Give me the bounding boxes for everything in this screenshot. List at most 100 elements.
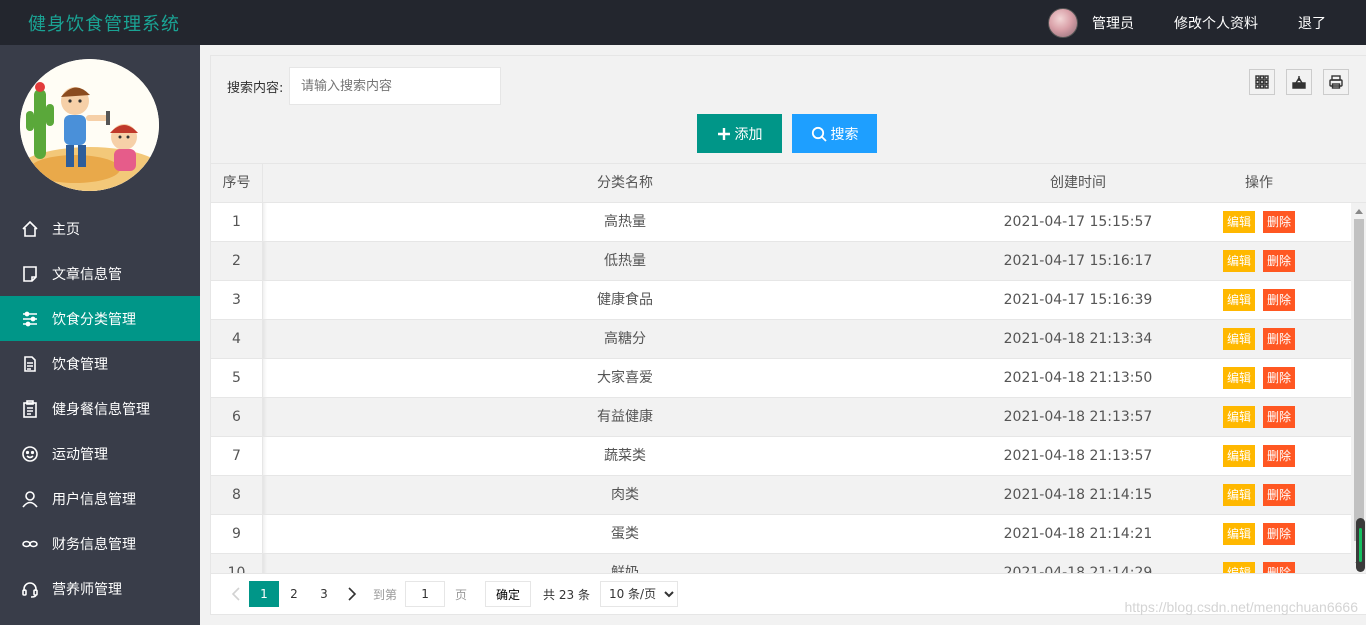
sidebar-item-label: 饮食分类管理 <box>52 311 136 328</box>
delete-button[interactable]: 删除 <box>1263 328 1296 350</box>
sidebar-item-1[interactable]: 主页 <box>0 206 200 251</box>
delete-button[interactable]: 删除 <box>1263 250 1296 272</box>
search-input[interactable] <box>289 67 501 105</box>
goto-label: 到第 <box>373 587 398 602</box>
delete-button[interactable]: 删除 <box>1263 367 1296 389</box>
sidebar-item-3[interactable]: 饮食分类管理 <box>0 296 200 341</box>
cartoon-logo-image <box>20 59 159 191</box>
category-name-cell: 健康食品 <box>597 292 653 308</box>
category-name-cell: 肉类 <box>611 487 639 503</box>
delete-button[interactable]: 删除 <box>1263 484 1296 506</box>
page-scroll-indicator[interactable] <box>1356 518 1365 572</box>
created-time-cell: 2021-04-18 21:13:57 <box>1003 448 1153 464</box>
edit-button[interactable]: 编辑 <box>1222 484 1255 506</box>
category-name-cell: 蔬菜类 <box>604 448 646 464</box>
logout-link[interactable]: 退了 <box>1298 13 1326 33</box>
sidebar-item-5[interactable]: 健身餐信息管理 <box>0 386 200 431</box>
delete-button[interactable]: 删除 <box>1263 562 1296 573</box>
table-row: 3 健康食品 2021-04-17 15:16:39 编辑 删除 <box>211 281 1351 320</box>
columns-filter-icon[interactable] <box>1249 69 1275 95</box>
category-name-cell: 大家喜爱 <box>597 370 653 386</box>
export-icon[interactable] <box>1286 69 1312 95</box>
total-count: 共 23 条 <box>543 587 590 602</box>
row-index: 1 <box>211 203 263 241</box>
sidebar-item-label: 文章信息管 <box>52 266 122 283</box>
next-page-icon[interactable] <box>339 581 365 607</box>
row-actions: 编辑 删除 <box>1169 398 1349 436</box>
sidebar-item-4[interactable]: 饮食管理 <box>0 341 200 386</box>
delete-button[interactable]: 删除 <box>1263 289 1296 311</box>
created-time-cell: 2021-04-18 21:13:50 <box>1003 370 1153 386</box>
created-time-cell: 2021-04-18 21:13:57 <box>1003 409 1153 425</box>
user-name-link[interactable]: 管理员 <box>1092 13 1134 33</box>
category-name-cell: 高热量 <box>604 214 646 230</box>
page-number-1[interactable]: 1 <box>249 581 279 607</box>
sidebar-item-6[interactable]: 运动管理 <box>0 431 200 476</box>
row-index: 8 <box>211 476 263 514</box>
column-header-created-time: 创建时间 <box>1050 175 1106 191</box>
add-button[interactable]: 添加 <box>697 114 782 153</box>
delete-button[interactable]: 删除 <box>1263 406 1296 428</box>
category-name-cell: 有益健康 <box>597 409 653 425</box>
file-icon <box>20 354 40 374</box>
sidebar-item-9[interactable]: 营养师管理 <box>0 566 200 611</box>
edit-profile-link[interactable]: 修改个人资料 <box>1174 13 1258 33</box>
page-number-3[interactable]: 3 <box>309 581 339 607</box>
edit-button[interactable]: 编辑 <box>1222 250 1255 272</box>
search-icon <box>811 126 827 142</box>
search-button[interactable]: 搜索 <box>792 114 877 153</box>
edit-button[interactable]: 编辑 <box>1222 211 1255 233</box>
table-body: 1 高热量 2021-04-17 15:15:57 编辑 删除 2 低热量 2021-04-1… <box>211 203 1351 573</box>
page-size-select[interactable]: 10 条/页 <box>599 581 678 607</box>
edit-button[interactable]: 编辑 <box>1222 367 1255 389</box>
sidebar-item-label: 财务信息管理 <box>52 536 136 553</box>
sidebar-item-2[interactable]: 文章信息管 <box>0 251 200 296</box>
sidebar-item-label: 主页 <box>52 221 80 238</box>
edit-button[interactable]: 编辑 <box>1222 562 1255 573</box>
edit-button[interactable]: 编辑 <box>1222 406 1255 428</box>
sidebar-item-label: 营养师管理 <box>52 581 122 598</box>
watermark-text: https://blog.csdn.net/mengchuan6666 <box>1124 599 1358 615</box>
row-index: 6 <box>211 398 263 436</box>
edit-button[interactable]: 编辑 <box>1222 523 1255 545</box>
scrollbar-thumb[interactable] <box>1354 219 1364 541</box>
edit-button[interactable]: 编辑 <box>1222 289 1255 311</box>
sidebar-item-8[interactable]: 财务信息管理 <box>0 521 200 566</box>
goto-confirm-button[interactable]: 确定 <box>485 581 532 607</box>
column-header-index: 序号 <box>211 164 263 202</box>
delete-button[interactable]: 删除 <box>1263 523 1296 545</box>
sidebar-nav: 主页文章信息管饮食分类管理饮食管理健身餐信息管理 运动管理用户信息管理财务信息管理… <box>0 206 200 611</box>
created-time-cell: 2021-04-18 21:14:15 <box>1003 487 1153 503</box>
avatar[interactable] <box>1048 7 1078 38</box>
sidebar-item-label: 健身餐信息管理 <box>52 401 150 418</box>
prev-page-icon[interactable] <box>223 581 249 607</box>
clipboard-icon <box>20 399 40 419</box>
delete-button[interactable]: 删除 <box>1263 445 1296 467</box>
sidebar-item-7[interactable]: 用户信息管理 <box>0 476 200 521</box>
print-icon[interactable] <box>1323 69 1349 95</box>
document-icon <box>20 264 40 284</box>
delete-button[interactable]: 删除 <box>1263 211 1296 233</box>
page-number-2[interactable]: 2 <box>279 581 309 607</box>
created-time-cell: 2021-04-17 15:15:57 <box>1003 214 1153 230</box>
page-unit-label: 页 <box>455 587 468 602</box>
search-button-label: 搜索 <box>830 126 859 143</box>
sidebar-item-label: 运动管理 <box>52 446 108 463</box>
row-index: 7 <box>211 437 263 475</box>
table-row: 10 鲜奶 2021-04-18 21:14:29 编辑 删除 <box>211 554 1351 573</box>
row-actions: 编辑 删除 <box>1169 359 1349 397</box>
row-actions: 编辑 删除 <box>1169 242 1349 280</box>
edit-button[interactable]: 编辑 <box>1222 328 1255 350</box>
edit-button[interactable]: 编辑 <box>1222 445 1255 467</box>
row-index: 3 <box>211 281 263 319</box>
table-row: 1 高热量 2021-04-17 15:15:57 编辑 删除 <box>211 203 1351 242</box>
table-row: 6 有益健康 2021-04-18 21:13:57 编辑 删除 <box>211 398 1351 437</box>
row-actions: 编辑 删除 <box>1169 281 1349 319</box>
table-scrollbar[interactable] <box>1351 203 1366 573</box>
scroll-up-arrow-icon[interactable] <box>1355 209 1363 214</box>
goto-page-input[interactable] <box>405 581 446 607</box>
category-name-cell: 蛋类 <box>611 526 639 542</box>
row-actions: 编辑 删除 <box>1169 476 1349 514</box>
link-icon <box>20 534 40 554</box>
user-icon <box>20 489 40 509</box>
